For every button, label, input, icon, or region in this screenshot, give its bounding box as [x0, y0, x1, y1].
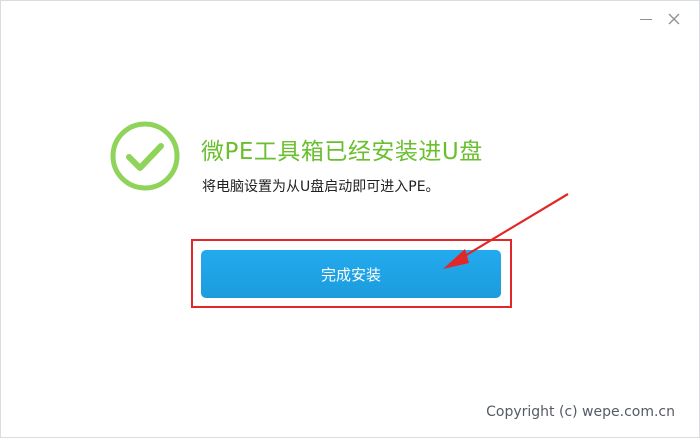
- close-button[interactable]: [666, 11, 682, 27]
- annotation-arrow-icon: [443, 193, 569, 269]
- success-subtitle: 将电脑设置为从U盘启动即可进入PE。: [202, 179, 440, 195]
- success-title: 微PE工具箱已经安装进U盘: [201, 139, 483, 165]
- installer-window: 微PE工具箱已经安装进U盘 将电脑设置为从U盘启动即可进入PE。 完成安装 Co…: [0, 0, 700, 438]
- minimize-button[interactable]: [638, 11, 654, 27]
- check-circle-icon: [110, 121, 180, 191]
- close-icon: [668, 13, 680, 25]
- copyright-text: Copyright (c) wepe.com.cn: [486, 404, 675, 420]
